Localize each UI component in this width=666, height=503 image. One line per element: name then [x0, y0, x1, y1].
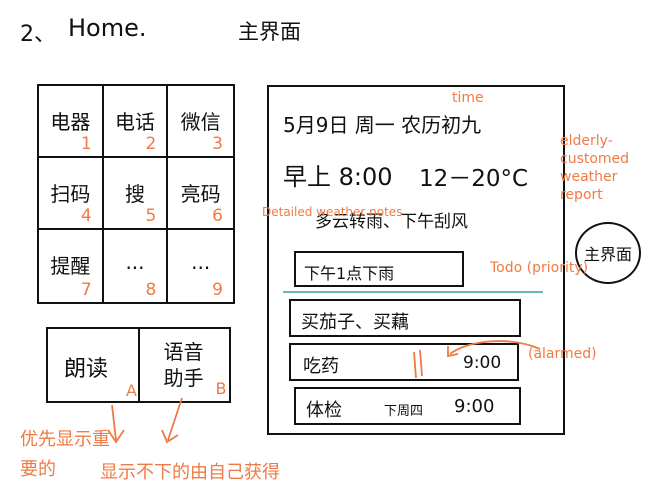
- lower-button-bar: 朗读 A 语音助手 B: [46, 327, 231, 403]
- app-cell-search[interactable]: 搜5: [103, 158, 169, 230]
- app-grid: 电器 1 电话 2 微信 3 扫码 4 搜5 亮码 6 提醒 7 ... 8 ... 9: [37, 84, 235, 304]
- app-cell-more-2[interactable]: ... 9: [168, 230, 233, 302]
- annotation-bottom-right: 显示不下的由自己获得: [100, 462, 280, 483]
- todo-item[interactable]: 体检 下周四 9:00: [294, 387, 521, 425]
- app-number: 8: [145, 280, 157, 300]
- app-label: 微信: [180, 110, 221, 134]
- app-cell-scan[interactable]: 扫码 4: [39, 158, 104, 230]
- voice-assistant-letter: B: [215, 379, 227, 398]
- app-cell-reminder[interactable]: 提醒 7: [39, 230, 104, 302]
- app-number: 2: [145, 134, 157, 154]
- todo-time: 9:00: [463, 353, 502, 373]
- annotation-time: time: [452, 90, 484, 106]
- section-number: 2、: [20, 22, 56, 47]
- annotation-detailed: Detailed weather notes: [262, 205, 403, 219]
- date-label: 5月9日 周一 农历初九: [283, 113, 482, 137]
- todo-day: 下周四: [384, 404, 424, 419]
- annotation-elderly: elderly-customed weather report: [560, 133, 630, 203]
- app-cell-wechat[interactable]: 微信 3: [168, 86, 233, 158]
- app-number: 5: [145, 206, 157, 226]
- home-circle-label: 主界面: [583, 245, 632, 264]
- app-label: 搜: [124, 182, 145, 206]
- todo-time: 9:00: [454, 396, 495, 417]
- voice-assistant-label: 语音助手: [163, 340, 204, 390]
- arrow-b: [161, 397, 183, 444]
- todo-text: 吃药: [303, 356, 339, 377]
- read-aloud-letter: A: [126, 381, 137, 400]
- read-aloud-label: 朗读: [64, 357, 109, 382]
- time-label: 早上 8:00: [283, 163, 393, 191]
- voice-assistant-button[interactable]: 语音助手 B: [140, 329, 230, 401]
- app-cell-phone[interactable]: 电话 2: [103, 86, 169, 158]
- app-number: 1: [80, 134, 92, 154]
- app-cell-show-code[interactable]: 亮码 6: [168, 158, 233, 230]
- todo-text: 买茄子、买藕: [301, 312, 409, 333]
- app-label: 亮码: [180, 182, 221, 206]
- app-label: ...: [191, 250, 211, 274]
- annotation-alarmed: (alarmed): [528, 346, 597, 362]
- weather-note-box[interactable]: 下午1点下雨: [294, 251, 464, 287]
- app-label: 电话: [114, 110, 155, 134]
- todo-item[interactable]: 吃药 9:00: [289, 343, 519, 381]
- app-label: ...: [125, 250, 145, 274]
- section-title-cn: 主界面: [238, 20, 301, 44]
- app-label: 提醒: [50, 254, 91, 278]
- section-title: Home.: [68, 14, 147, 42]
- app-cell-appliances[interactable]: 电器 1: [39, 86, 104, 158]
- weather-note-text: 下午1点下雨: [304, 264, 395, 283]
- app-number: 4: [80, 206, 92, 226]
- todo-text: 体检: [306, 400, 342, 421]
- app-label: 扫码: [50, 182, 91, 206]
- app-number: 6: [212, 206, 223, 226]
- temperature-label: 12－20°C: [419, 166, 529, 192]
- todo-item[interactable]: 买茄子、买藕: [289, 299, 521, 337]
- app-number: 7: [80, 280, 92, 300]
- read-aloud-button[interactable]: 朗读 A: [48, 329, 140, 401]
- app-number: 3: [212, 134, 223, 154]
- app-number: 9: [212, 280, 223, 300]
- annotation-todo: Todo (priority): [490, 260, 589, 276]
- app-cell-more-1[interactable]: ... 8: [104, 230, 169, 302]
- app-label: 电器: [50, 110, 91, 134]
